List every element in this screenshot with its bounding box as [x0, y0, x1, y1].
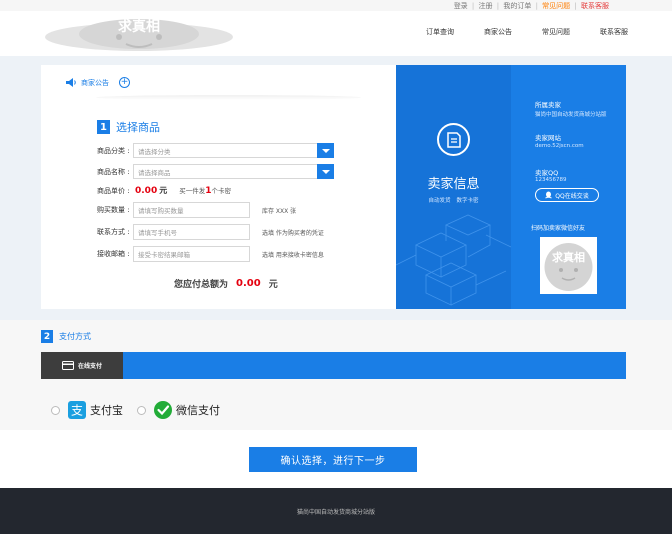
category-row: 商品分类 : 请选择分类 [97, 143, 334, 158]
logo-text: 求真相 [118, 18, 160, 35]
decorative-cubes [396, 214, 511, 306]
nav-announcement[interactable]: 商家公告 [484, 27, 512, 37]
footer: 猫尚中国自动发货商城分站版 [0, 488, 672, 534]
contact-label: 联系方式 : [97, 228, 130, 236]
nav-contact[interactable]: 联系客服 [600, 27, 628, 37]
shop-value: 猫尚中国自动发货商城分站版 [535, 112, 607, 118]
top-links: 登录 | 注册 | 我的订单 | 常见问题 | 联系客服 [453, 2, 609, 10]
main-nav: 订单查询 商家公告 常见问题 联系客服 [426, 27, 628, 37]
logo[interactable]: 求真相 [44, 15, 234, 53]
wechat-label: 扫码加卖家微信好友 [531, 225, 586, 232]
total-amount: 您应付总额为 0.00 元 [174, 278, 278, 290]
qq-chat-button[interactable]: QQ在线交谈 [535, 188, 599, 202]
payment-options: 支 支付宝 微信支付 [51, 401, 234, 419]
qq-icon [545, 191, 552, 199]
footer-text: 猫尚中国自动发货商城分站版 [296, 508, 375, 516]
step-number: 1 [97, 120, 110, 134]
step-number: 2 [41, 330, 53, 343]
wechat-pay-icon [154, 401, 172, 419]
email-hint: 选填 用来接收卡密信息 [262, 251, 324, 259]
qq-label: 卖家QQ [535, 169, 559, 177]
email-row: 接收邮箱 : 接受卡密结果邮箱 选填 用来接收卡密信息 [97, 246, 324, 262]
my-orders-link[interactable]: 我的订单 [503, 2, 531, 10]
announcement-label[interactable]: 商家公告 [81, 78, 109, 88]
shop-label: 所属卖家 [535, 101, 561, 109]
faq-link[interactable]: 常见问题 [542, 2, 570, 10]
chevron-down-icon[interactable] [317, 143, 334, 158]
seller-title: 卖家信息 [427, 177, 480, 192]
alipay-radio[interactable] [51, 405, 60, 415]
step-title: 选择商品 [116, 121, 160, 134]
document-icon [437, 123, 470, 156]
price-row: 商品单价 : 0.00 元 买一件发1个卡密 [97, 185, 231, 197]
expand-announcement-button[interactable]: + [119, 77, 130, 88]
alipay-icon: 支 [68, 401, 86, 419]
step-2-heading: 2 支付方式 [41, 330, 91, 343]
chevron-down-icon[interactable] [317, 164, 334, 179]
top-bar: 登录 | 注册 | 我的订单 | 常见问题 | 联系客服 [0, 0, 672, 11]
contact-row: 联系方式 : 请填写手机号 选填 作为购买者的凭证 [97, 224, 324, 240]
contact-service-link[interactable]: 联系客服 [581, 2, 609, 10]
seller-qr-image: 求真相 [540, 237, 597, 294]
card-icon [61, 361, 74, 370]
quantity-label: 购买数量 : [97, 206, 130, 214]
payment-tab-bar: 在线支付 [41, 352, 626, 379]
site-value[interactable]: demo.52jscn.com [535, 143, 584, 149]
nav-faq[interactable]: 常见问题 [542, 27, 570, 37]
quantity-row: 购买数量 : 请填写购买数量 库存 XXX 张 [97, 202, 296, 218]
deal-text: 买一件发1个卡密 [179, 186, 231, 196]
register-link[interactable]: 注册 [479, 2, 493, 10]
email-input[interactable]: 接受卡密结果邮箱 [133, 246, 250, 262]
confirm-button[interactable]: 确认选择，进行下一步 [249, 447, 417, 472]
tab-online-payment[interactable]: 在线支付 [41, 352, 123, 379]
unit-price-value: 0.00 [135, 185, 158, 196]
speaker-icon [66, 78, 76, 87]
order-form-card: 商家公告 + 1 选择商品 商品分类 : 请选择分类 商品名称 : 请选择商品 … [41, 65, 397, 309]
price-label: 商品单价 : [97, 186, 130, 195]
seller-panel: 卖家信息 自动发货 数字卡密 所属卖家 猫尚中国自动发货商城分站版 卖家网站 de… [396, 65, 626, 309]
product-placeholder: 请选择商品 [138, 168, 171, 177]
category-select[interactable]: 请选择分类 [133, 143, 334, 158]
quantity-input[interactable]: 请填写购买数量 [133, 202, 250, 218]
header: 求真相 订单查询 商家公告 常见问题 联系客服 [0, 11, 672, 56]
wechat-pay-radio[interactable] [137, 405, 146, 415]
seller-summary: 卖家信息 自动发货 数字卡密 [396, 65, 511, 309]
alipay-option[interactable]: 支 支付宝 [68, 401, 123, 419]
category-placeholder: 请选择分类 [138, 147, 171, 156]
step-1-heading: 1 选择商品 [97, 119, 160, 135]
product-label: 商品名称 : [97, 167, 130, 176]
qq-value: 123456789 [535, 177, 567, 183]
site-label: 卖家网站 [535, 134, 561, 142]
stock-hint: 库存 XXX 张 [262, 207, 297, 215]
wechat-pay-option[interactable]: 微信支付 [154, 401, 220, 419]
step-title: 支付方式 [59, 332, 91, 341]
seller-tags: 自动发货 数字卡密 [428, 198, 479, 204]
login-link[interactable]: 登录 [454, 2, 468, 10]
email-label: 接收邮箱 : [97, 250, 130, 258]
contact-hint: 选填 作为购买者的凭证 [262, 229, 324, 237]
nav-order-query[interactable]: 订单查询 [426, 27, 454, 37]
phone-input[interactable]: 请填写手机号 [133, 224, 250, 240]
qr-text: 求真相 [552, 250, 585, 264]
divider [96, 95, 361, 100]
svg-text:支: 支 [71, 404, 83, 418]
price-unit: 元 [159, 186, 168, 195]
category-label: 商品分类 : [97, 146, 130, 155]
product-select[interactable]: 请选择商品 [133, 164, 334, 179]
announcement-bar: 商家公告 + [66, 77, 130, 88]
total-amount-value: 0.00 [236, 278, 261, 289]
product-row: 商品名称 : 请选择商品 [97, 164, 334, 179]
